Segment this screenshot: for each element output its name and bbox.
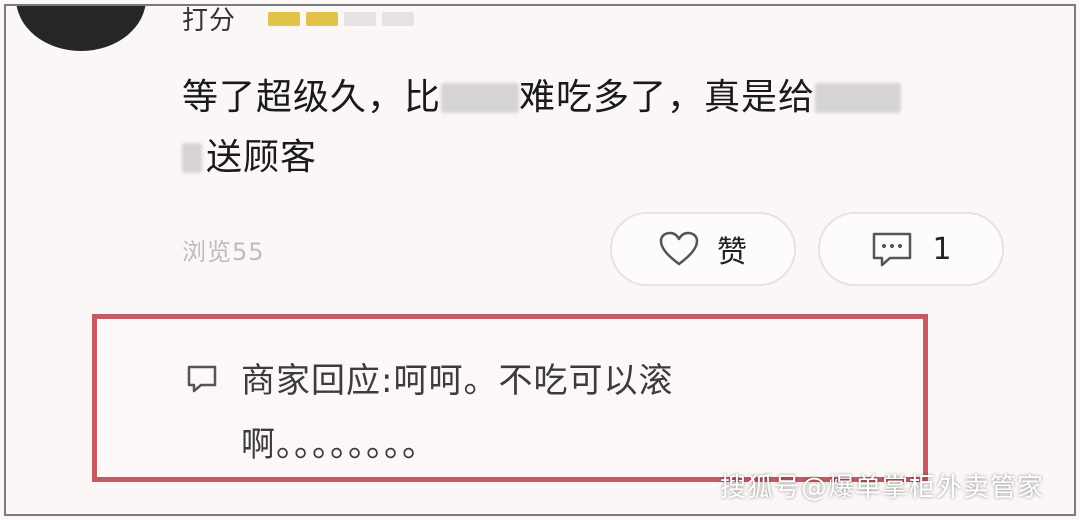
star-icon — [268, 12, 300, 26]
review-text-part: 难吃多了，真是给 — [519, 77, 816, 118]
view-count: 浏览55 — [182, 238, 265, 266]
star-icon — [344, 12, 376, 26]
review-text: 等了超级久，比 难吃多了，真是给 送顾客 — [182, 68, 982, 188]
avatar[interactable] — [16, 6, 146, 51]
redacted-blur — [441, 83, 520, 113]
star-icon — [382, 12, 414, 26]
comment-button[interactable]: 1 — [818, 212, 1004, 286]
screenshot-frame: 打分 等了超级久，比 难吃多了，真是给 送顾客 浏览55 赞 1 商家回应:呵呵。… — [4, 4, 1076, 516]
merchant-reply-line: 啊。。。。。。。。 — [241, 425, 437, 465]
merchant-reply: 商家回应:呵呵。不吃可以滚 啊。。。。。。。。 — [92, 314, 928, 482]
star-icon — [306, 12, 338, 26]
comment-count: 1 — [932, 231, 952, 267]
review-text-part: 送顾客 — [206, 137, 318, 178]
review-text-part: 等了超级久，比 — [182, 77, 442, 118]
username[interactable]: 打分 — [182, 6, 236, 37]
like-label: 赞 — [717, 235, 747, 270]
comment-icon — [873, 232, 912, 267]
watermark: 搜狐号@爆单掌柜外卖管家 — [719, 473, 1044, 503]
like-button[interactable]: 赞 — [610, 212, 796, 286]
redacted-blur — [182, 143, 202, 173]
star-rating — [268, 12, 414, 26]
redacted-blur — [815, 83, 902, 113]
merchant-reply-line: 商家回应:呵呵。不吃可以滚 — [241, 361, 674, 401]
heart-icon — [659, 231, 699, 266]
merchant-reply-text: 商家回应:呵呵。不吃可以滚 啊。。。。。。。。 — [241, 349, 901, 477]
reply-bubble-icon — [187, 365, 217, 393]
